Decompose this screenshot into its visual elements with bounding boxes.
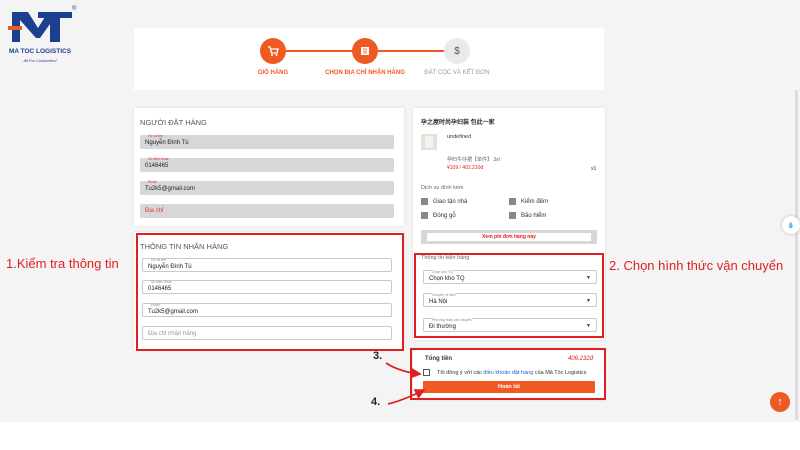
annotation-check-info: 1.Kiểm tra thông tin <box>6 256 119 271</box>
company-logo[interactable]: ® MA TOC LOGISTICS All For Customers! <box>4 6 76 70</box>
service-insurance[interactable]: Bảo hiểm <box>509 212 546 219</box>
checkout-steps: $ GIỎ HÀNG CHỌN ĐỊA CHỈ NHẬN HÀNG ĐẶT CỌ… <box>134 28 604 90</box>
step-deposit[interactable]: $ <box>444 38 470 64</box>
cart-icon <box>268 46 279 56</box>
step-connector-2 <box>378 50 448 52</box>
checkbox-icon <box>421 198 428 205</box>
services-title: Dịch vụ đính kèm <box>421 185 464 191</box>
orderer-address-field[interactable]: Địa chỉ <box>140 204 394 218</box>
footer-band <box>0 422 800 450</box>
orderer-name-value: Nguyễn Đình Tú <box>145 140 189 146</box>
service-label: Kiểm đếm <box>521 198 549 205</box>
step-label-deposit: ĐẶT CỌC VÀ KẾT ĐƠN <box>424 70 490 76</box>
orderer-email-value: Tu2k5@gmail.com <box>145 186 195 192</box>
brand-name: MA TOC LOGISTICS <box>8 48 72 55</box>
orderer-card: NGƯỜI ĐẶT HÀNG Họ và tên Nguyễn Đình Tú … <box>134 108 404 226</box>
brand-tagline: All For Customers! <box>23 58 57 63</box>
service-home-delivery[interactable]: Giao tận nhà <box>421 198 467 205</box>
annotation-box-summary <box>410 348 606 400</box>
orderer-title: NGƯỜI ĐẶT HÀNG <box>140 118 207 127</box>
step-connector-1 <box>286 50 356 52</box>
step-cart[interactable] <box>260 38 286 64</box>
scroll-to-top-button[interactable]: ↑ <box>770 392 790 412</box>
service-label: Bảo hiểm <box>521 212 547 219</box>
dollar-icon: $ <box>454 45 460 57</box>
orderer-phone-label: Số điện thoại <box>148 157 169 161</box>
step-address[interactable] <box>352 38 378 64</box>
product-thumbnail[interactable] <box>421 134 437 150</box>
annotation-step-4: 4. <box>371 396 381 408</box>
fee-link-bar: Xem phí đơn hàng này <box>421 230 597 244</box>
orderer-email-label: Email <box>148 180 157 184</box>
annotation-box-shipping <box>414 253 604 338</box>
arrow-up-icon: ↑ <box>777 396 783 408</box>
checkbox-icon <box>509 212 516 219</box>
product-name[interactable]: undefined <box>447 134 471 140</box>
product-variant: 孕妇牛仔裙【单件】 3xl <box>447 157 500 163</box>
checkbox-icon <box>509 198 516 205</box>
step-label-cart: GIỎ HÀNG <box>257 70 289 76</box>
annotation-arrows <box>385 362 426 405</box>
orderer-email-field[interactable]: Email Tu2k5@gmail.com <box>140 180 394 195</box>
logo-mark-icon <box>8 12 72 42</box>
orderer-phone-value: 0146465 <box>145 163 169 169</box>
annotation-box-receiver <box>136 233 404 351</box>
view-fee-link[interactable]: Xem phí đơn hàng này <box>427 233 591 241</box>
service-counting[interactable]: Kiểm đếm <box>509 198 548 205</box>
orderer-name-field[interactable]: Họ và tên Nguyễn Đình Tú <box>140 134 394 149</box>
orderer-address-placeholder: Địa chỉ <box>145 208 164 214</box>
map-icon <box>361 47 369 55</box>
product-quantity: x1 <box>591 166 597 172</box>
service-label: Giao tận nhà <box>433 198 468 205</box>
orderer-phone-field[interactable]: Số điện thoại 0146465 <box>140 157 394 172</box>
annotation-choose-shipping: 2. Chọn hình thức vận chuyển <box>609 258 784 273</box>
service-wood-packing[interactable]: Đóng gỗ <box>421 212 456 219</box>
step-label-address: CHỌN ĐỊA CHỈ NHẬN HÀNG <box>325 70 405 76</box>
shop-name[interactable]: 孕之屋时尚孕妇装 包此一家 <box>421 117 495 126</box>
side-widget-icon[interactable]: 💧 <box>782 216 800 234</box>
scrollbar[interactable] <box>795 90 798 420</box>
service-label: Đóng gỗ <box>433 212 456 219</box>
product-price: ¥109 / 402.210đ <box>447 165 484 171</box>
checkbox-icon <box>421 212 428 219</box>
registered-mark: ® <box>72 6 77 12</box>
orderer-name-label: Họ và tên <box>148 134 163 138</box>
